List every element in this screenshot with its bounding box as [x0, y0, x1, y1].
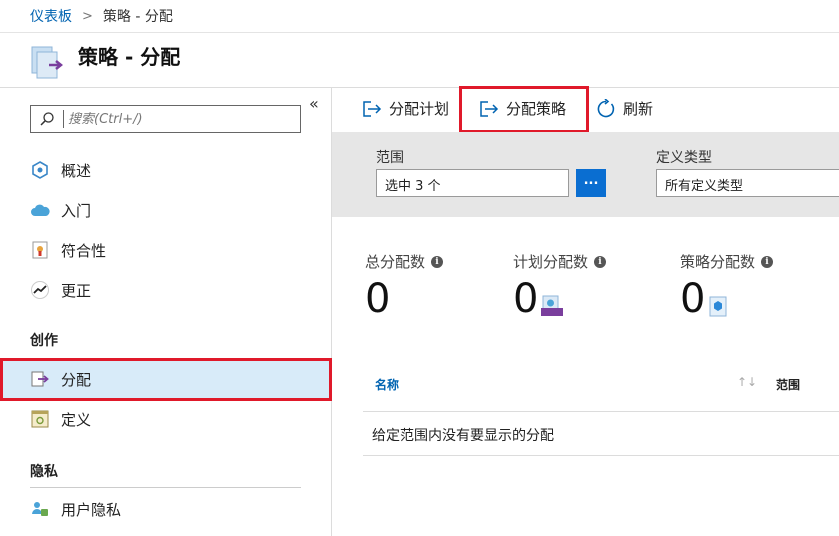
search-icon — [31, 111, 63, 127]
assign-policy-label: 分配策略 — [506, 100, 567, 118]
breadcrumb-dashboard-link[interactable]: 仪表板 — [30, 6, 72, 26]
definition-type-dropdown[interactable]: 所有定义类型 — [656, 169, 839, 197]
stat-label: 总分配数 — [365, 253, 426, 271]
sidebar-item-label: 入门 — [61, 201, 92, 220]
stat-label: 计划分配数 — [513, 253, 589, 271]
assign-initiative-button[interactable]: 分配计划 — [362, 98, 449, 119]
info-icon[interactable]: i — [594, 255, 607, 268]
info-icon[interactable]: i — [761, 255, 774, 268]
sidebar: « 概述 入门 符合性 更正 创作 分配 — [0, 88, 332, 536]
empty-state-message: 给定范围内没有要显示的分配 — [363, 412, 839, 456]
sidebar-item-definitions[interactable]: 定义 — [0, 399, 330, 439]
overview-icon — [30, 160, 50, 180]
sidebar-item-label: 概述 — [61, 161, 92, 180]
collapse-sidebar-button[interactable]: « — [309, 94, 319, 113]
filter-bar: 范围 选中 3 个 ... 定义类型 所有定义类型 — [332, 132, 839, 217]
stat-value: 0 — [680, 276, 706, 322]
sidebar-item-remediation[interactable]: 更正 — [0, 270, 330, 310]
sidebar-item-overview[interactable]: 概述 — [0, 150, 330, 190]
definition-icon — [30, 409, 50, 429]
stat-total-assignments: 总分配数 i 0 — [365, 251, 444, 322]
initiative-icon — [541, 295, 564, 316]
definition-type-label: 定义类型 — [656, 150, 712, 166]
page-header: 策略 - 分配 — [0, 33, 839, 88]
assign-initiative-icon — [363, 100, 382, 117]
assign-initiative-label: 分配计划 — [389, 100, 450, 118]
column-scope-header[interactable]: 范围 — [776, 376, 800, 393]
stat-initiative-assignments: 计划分配数 i 0 — [513, 251, 607, 322]
refresh-icon — [597, 98, 615, 117]
assign-policy-icon — [480, 100, 499, 117]
policy-assignment-icon — [31, 46, 64, 79]
page-title: 策略 - 分配 — [78, 45, 181, 69]
section-authoring: 创作 — [30, 333, 58, 349]
sidebar-search[interactable] — [30, 105, 301, 133]
sidebar-item-assignments[interactable]: 分配 — [0, 359, 330, 399]
stat-value: 0 — [365, 276, 391, 322]
sidebar-item-label: 定义 — [61, 410, 92, 429]
breadcrumb: 仪表板 > 策略 - 分配 — [0, 0, 839, 33]
stat-policy-assignments: 策略分配数 i 0 — [680, 251, 774, 322]
cloud-icon — [30, 200, 50, 220]
sidebar-item-compliance[interactable]: 符合性 — [0, 230, 330, 270]
sidebar-item-getting-started[interactable]: 入门 — [0, 190, 330, 230]
policy-icon — [709, 296, 727, 317]
section-privacy: 隐私 — [30, 464, 58, 480]
user-privacy-icon — [30, 499, 50, 519]
breadcrumb-current: 策略 - 分配 — [102, 9, 173, 25]
breadcrumb-separator: > — [82, 8, 93, 24]
sidebar-item-label: 分配 — [61, 370, 92, 389]
table-header: 名称 ↑↓ 范围 — [363, 365, 839, 412]
stat-label: 策略分配数 — [680, 253, 756, 271]
sidebar-item-label: 用户隐私 — [61, 500, 122, 519]
info-icon[interactable]: i — [431, 255, 444, 268]
assignment-icon — [30, 369, 50, 389]
command-bar: 分配计划 分配策略 刷新 — [332, 88, 839, 132]
sort-icon[interactable]: ↑↓ — [737, 375, 757, 389]
remediation-icon — [30, 280, 50, 300]
search-input[interactable] — [63, 110, 283, 128]
sidebar-item-label: 符合性 — [61, 241, 107, 260]
section-divider — [30, 487, 301, 488]
refresh-button[interactable]: 刷新 — [596, 98, 653, 119]
scope-picker-button[interactable]: ... — [576, 169, 606, 197]
column-name-header[interactable]: 名称 — [375, 376, 399, 393]
compliance-icon — [30, 240, 50, 260]
refresh-label: 刷新 — [623, 100, 654, 118]
scope-label: 范围 — [376, 150, 404, 166]
sidebar-item-label: 更正 — [61, 281, 92, 300]
assign-policy-button[interactable]: 分配策略 — [479, 98, 566, 119]
sidebar-item-user-privacy[interactable]: 用户隐私 — [0, 489, 330, 529]
stat-value: 0 — [513, 276, 539, 322]
scope-field[interactable]: 选中 3 个 — [376, 169, 569, 197]
